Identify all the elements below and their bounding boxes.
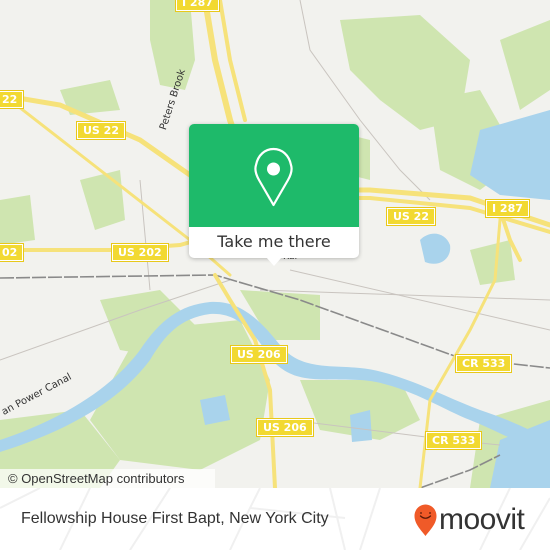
footer-bar: Fellowship House First Bapt, New York Ci… [0,488,550,550]
map-view[interactable]: I 287 22 US 22 US 22 I 287 02 US 202 US … [0,0,550,488]
pond [350,410,372,442]
minor-road [139,179,151,291]
road-shield: I 287 [176,0,219,11]
moovit-pin-icon [414,504,437,536]
pond [420,233,451,264]
popup-pointer [266,257,282,266]
place-title: Fellowship House First Bapt, New York Ci… [21,510,329,527]
road-shield: US 22 [387,208,435,225]
road-shield: US 22 [77,122,125,139]
road-shield: 02 [0,244,24,261]
map-attribution[interactable]: © OpenStreetMap contributors [0,469,215,488]
road-shield: CR 533 [456,355,512,372]
destination-popup: Take me there [189,124,359,266]
road-shield: US 206 [231,346,287,363]
map-pin-icon [254,147,293,207]
pond [200,395,230,425]
road-shield: CR 533 [426,432,482,449]
park-area [470,240,515,285]
take-me-there-button[interactable]: Take me there [189,227,359,258]
park-area [0,195,35,245]
road-shield: US 206 [257,419,313,436]
park-area [80,170,125,230]
road-shield: I 287 [486,200,529,217]
road-shield: US 202 [112,244,168,261]
popup-header [189,124,359,227]
park-area [500,20,550,110]
road-shield: 22 [0,91,24,108]
moovit-wordmark: moovit [439,503,525,536]
park-area [150,0,195,90]
